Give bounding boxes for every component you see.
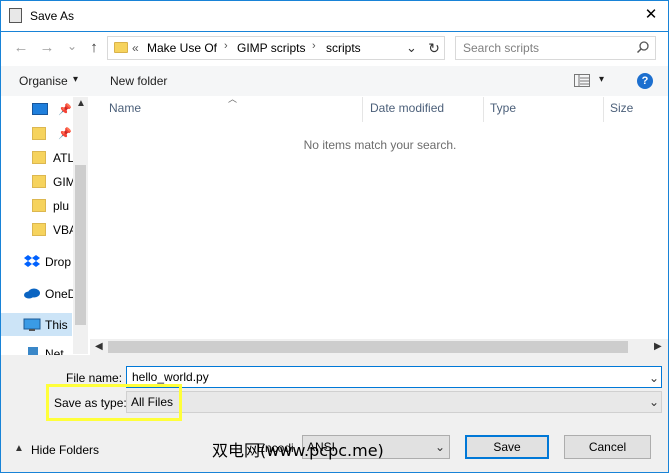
highlight-box — [46, 384, 182, 421]
empty-message: No items match your search. — [303, 138, 457, 152]
nav-item-label: Drop — [45, 255, 72, 269]
scroll-left-icon[interactable]: ◀ — [95, 341, 103, 352]
scroll-up-icon[interactable]: ▲ — [76, 98, 86, 109]
view-dropdown-icon[interactable]: ▾ — [599, 74, 604, 85]
column-header-type[interactable]: Type — [490, 101, 516, 121]
up-button[interactable]: ↑ — [84, 38, 104, 58]
title-bar — [0, 0, 669, 32]
breadcrumb-make-use-of[interactable]: Make Use Of — [147, 41, 217, 55]
nav-item-label: OneD — [45, 287, 77, 301]
nav-item-label: This — [45, 318, 68, 332]
search-icon — [636, 41, 649, 54]
file-name-input[interactable]: hello_world.py ⌄ — [126, 366, 662, 388]
watermark: 双电网(www.pcpc.me) — [212, 441, 384, 460]
network-icon — [28, 347, 38, 355]
view-details-icon[interactable] — [574, 74, 590, 87]
desktop-icon — [32, 103, 48, 115]
nav-pane-scroll-thumb[interactable] — [75, 165, 86, 325]
nav-item-label: ATL — [53, 151, 75, 165]
folder-icon — [32, 175, 46, 188]
hide-folders-button[interactable]: Hide Folders — [31, 443, 99, 457]
new-folder-button[interactable]: New folder — [110, 74, 167, 88]
onedrive-icon — [24, 288, 40, 299]
sort-ascending-icon: ︿ — [228, 94, 238, 104]
computer-icon — [23, 318, 41, 331]
chevron-down-icon[interactable]: ⌄ — [649, 371, 659, 385]
column-divider[interactable] — [483, 97, 484, 122]
scroll-right-icon[interactable]: ▶ — [654, 341, 662, 352]
pin-icon: 📌 — [58, 104, 72, 116]
help-icon[interactable]: ? — [637, 73, 653, 89]
breadcrumb-separator[interactable]: › — [312, 40, 316, 52]
refresh-button[interactable]: ↻ — [424, 38, 444, 58]
column-divider[interactable] — [362, 97, 363, 122]
pin-icon: 📌 — [58, 128, 72, 140]
command-toolbar — [1, 66, 668, 96]
column-divider[interactable] — [603, 97, 604, 122]
folder-icon — [114, 42, 128, 53]
close-button[interactable]: ✕ — [642, 6, 660, 24]
file-name-label: File name: — [66, 371, 123, 385]
folder-icon — [32, 127, 46, 140]
address-dropdown-icon[interactable]: ⌄ — [406, 40, 417, 56]
window-title: Save As — [30, 9, 75, 23]
search-placeholder: Search scripts — [463, 41, 540, 55]
breadcrumb-separator[interactable]: › — [224, 40, 228, 52]
recent-locations-button[interactable]: ⌄ — [62, 36, 82, 56]
chevron-down-icon[interactable]: ⌄ — [649, 395, 659, 409]
organise-dropdown-icon[interactable]: ▾ — [73, 74, 78, 85]
notepad-icon — [9, 8, 22, 23]
back-button[interactable]: ← — [11, 38, 31, 58]
save-type-select[interactable]: All Files ⌄ — [126, 391, 662, 413]
folder-icon — [32, 151, 46, 164]
collapse-icon[interactable]: ▲ — [14, 443, 24, 454]
column-header-name[interactable]: Name — [109, 101, 141, 121]
save-button[interactable]: Save — [465, 435, 549, 459]
column-header-date-modified[interactable]: Date modified — [370, 101, 444, 121]
cancel-button[interactable]: Cancel — [564, 435, 651, 459]
search-input[interactable]: Search scripts — [455, 36, 656, 60]
forward-button[interactable]: → — [37, 38, 57, 58]
column-header-size[interactable]: Size — [610, 101, 633, 121]
nav-item-this-pc[interactable]: This — [0, 313, 72, 336]
file-list[interactable] — [90, 96, 668, 339]
nav-item-label: Net — [45, 347, 64, 355]
nav-item-label: plu — [53, 199, 70, 213]
breadcrumb-gimp-scripts[interactable]: GIMP scripts — [237, 41, 305, 55]
dropbox-icon — [24, 255, 40, 267]
chevron-down-icon[interactable]: ⌄ — [435, 440, 445, 454]
address-bar[interactable]: « Make Use Of › GIMP scripts › scripts ⌄ — [107, 36, 445, 60]
folder-icon — [32, 199, 46, 212]
horizontal-scroll-thumb[interactable] — [108, 341, 628, 353]
address-overflow[interactable]: « — [132, 41, 139, 55]
file-name-value: hello_world.py — [132, 370, 209, 384]
organise-button[interactable]: Organise — [19, 74, 68, 88]
folder-icon — [32, 223, 46, 236]
breadcrumb-scripts[interactable]: scripts — [326, 41, 361, 55]
